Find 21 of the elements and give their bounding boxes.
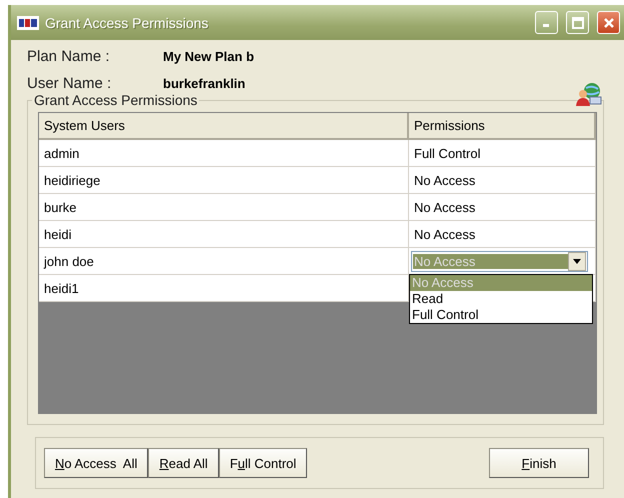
dropdown-option[interactable]: Read	[410, 291, 592, 307]
action-button[interactable]: Full Control	[218, 448, 308, 478]
field-value: burkefranklin	[163, 76, 246, 91]
action-button[interactable]: Read All	[148, 448, 219, 478]
table-cell: heidi1	[39, 275, 409, 302]
caret-icon	[568, 252, 586, 270]
user-globe-icon	[576, 82, 602, 106]
finish-button[interactable]: Finish	[489, 448, 589, 478]
maximize-button[interactable]	[566, 11, 589, 34]
field-value: My New Plan b	[163, 49, 256, 64]
maximize-icon	[572, 16, 584, 28]
group-title: Grant Access Permissions	[33, 92, 198, 108]
field-label: Plan Name :	[27, 48, 111, 65]
close-icon	[602, 16, 614, 28]
action-button[interactable]: No Access All	[44, 448, 148, 478]
app-logo-icon	[17, 16, 39, 30]
field-label: User Name :	[27, 75, 112, 92]
window-title: Grant Access Permissions	[45, 14, 210, 30]
minimize-button[interactable]	[535, 11, 558, 34]
close-button[interactable]	[597, 11, 620, 34]
dropdown-option[interactable]: Full Control	[410, 307, 592, 323]
